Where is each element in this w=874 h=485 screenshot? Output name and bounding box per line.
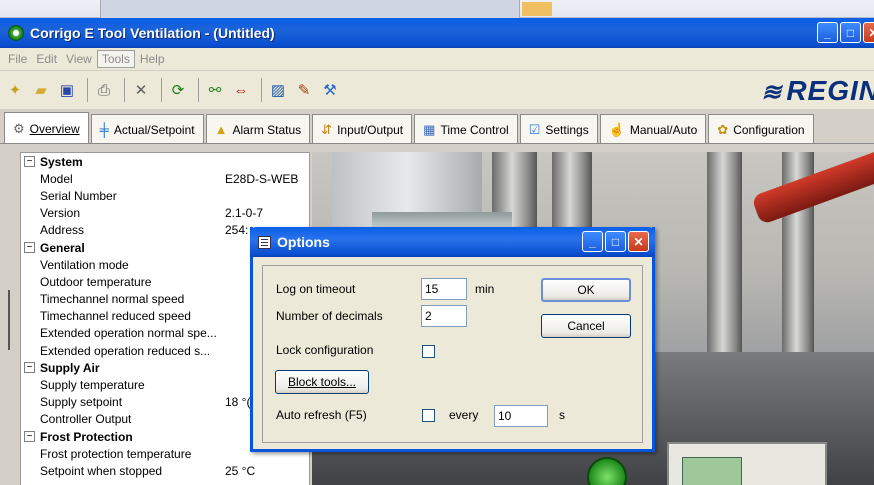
background-tab-highlight bbox=[522, 2, 552, 16]
number-of-decimals-label: Number of decimals bbox=[276, 309, 383, 323]
dialog-minimize-button[interactable]: _ bbox=[582, 231, 603, 252]
menu-edit[interactable]: Edit bbox=[32, 51, 61, 67]
dialog-body: Log on timeout min Number of decimals OK… bbox=[262, 265, 643, 443]
tab-alarm-status[interactable]: ▲ Alarm Status bbox=[205, 114, 311, 144]
cancel-button[interactable]: Cancel bbox=[541, 314, 631, 338]
tree-row[interactable]: Serial Number bbox=[21, 187, 309, 204]
app-icon bbox=[8, 25, 24, 41]
new-icon[interactable]: ✦ bbox=[4, 79, 26, 101]
menu-help[interactable]: Help bbox=[136, 51, 169, 67]
block-tools-button[interactable]: Block tools... bbox=[275, 370, 369, 394]
lock-configuration-label: Lock configuration bbox=[276, 343, 374, 357]
open-folder-icon[interactable]: ▰ bbox=[30, 79, 52, 101]
panel-edge bbox=[8, 290, 10, 350]
refresh-interval-unit: s bbox=[559, 408, 565, 422]
tab-settings[interactable]: ☑ Settings bbox=[519, 114, 598, 144]
tree-row[interactable]: Version 2.1-0-7 bbox=[21, 205, 309, 222]
print-icon[interactable]: ⎙ bbox=[93, 79, 115, 101]
lock-configuration-checkbox[interactable] bbox=[422, 345, 435, 358]
options-icon bbox=[258, 235, 271, 249]
gear-icon: ⚙ bbox=[13, 120, 25, 136]
ok-button[interactable]: OK bbox=[541, 278, 631, 302]
number-of-decimals-input[interactable] bbox=[421, 305, 467, 327]
delete-icon[interactable]: ✕ bbox=[130, 79, 152, 101]
close-button[interactable]: ✕ bbox=[863, 22, 874, 43]
save-icon[interactable]: ▣ bbox=[56, 79, 78, 101]
log-on-timeout-label: Log on timeout bbox=[276, 282, 356, 296]
dialog-maximize-button[interactable]: □ bbox=[605, 231, 626, 252]
tab-divider bbox=[0, 143, 874, 144]
auto-refresh-label: Auto refresh (F5) bbox=[276, 408, 367, 422]
refresh-interval-input[interactable] bbox=[494, 405, 548, 427]
log-on-timeout-input[interactable] bbox=[421, 278, 467, 300]
dialog-title: Options bbox=[277, 234, 330, 250]
configuration-icon: ✿ bbox=[717, 121, 729, 137]
window-title: Corrigo E Tool Ventilation - (Untitled) bbox=[30, 25, 275, 41]
io-icon: ⇵ bbox=[321, 121, 333, 137]
collapse-icon[interactable]: − bbox=[24, 362, 35, 374]
setpoint-icon: ╪ bbox=[99, 122, 109, 137]
background-tab bbox=[100, 0, 520, 18]
background-window-strip bbox=[0, 0, 874, 18]
chart-icon[interactable]: ▨ bbox=[267, 79, 289, 101]
menu-view[interactable]: View bbox=[62, 51, 96, 67]
toolbar-separator bbox=[161, 78, 162, 102]
options-dialog: Options _ □ ✕ Log on timeout min Number … bbox=[250, 227, 655, 452]
tab-input-output[interactable]: ⇵ Input/Output bbox=[312, 114, 413, 144]
toolbar-separator bbox=[261, 78, 262, 102]
settings-icon: ☑ bbox=[528, 121, 541, 137]
tools-icon[interactable]: ⚒ bbox=[319, 79, 341, 101]
every-label: every bbox=[449, 408, 479, 422]
tab-manual-auto[interactable]: ☝ Manual/Auto bbox=[599, 114, 707, 144]
auto-refresh-checkbox[interactable] bbox=[422, 409, 435, 422]
minimize-button[interactable]: _ bbox=[817, 22, 838, 43]
dialog-close-button[interactable]: ✕ bbox=[628, 231, 649, 252]
tree-group-system[interactable]: − System bbox=[21, 153, 309, 170]
calendar-icon: ▦ bbox=[423, 121, 436, 137]
menu-tools[interactable]: Tools bbox=[96, 50, 135, 68]
toolbar-separator bbox=[198, 78, 199, 102]
refresh-icon[interactable]: ⟳ bbox=[167, 79, 189, 101]
tab-actual-setpoint[interactable]: ╪ Actual/Setpoint bbox=[90, 114, 204, 144]
edit-icon[interactable]: ✎ bbox=[293, 79, 315, 101]
menu-bar: File Edit View Tools Help bbox=[0, 48, 874, 70]
toolbar-separator bbox=[124, 78, 125, 102]
connect-icon[interactable]: ⚯ bbox=[204, 79, 226, 101]
alarm-icon: ▲ bbox=[214, 122, 228, 137]
maximize-button[interactable]: □ bbox=[840, 22, 861, 43]
tab-time-control[interactable]: ▦ Time Control bbox=[414, 114, 518, 144]
tree-row[interactable]: Setpoint when stopped 25 °C bbox=[21, 462, 309, 479]
tab-strip: ⚙ Overview ╪ Actual/Setpoint ▲ Alarm Status… bbox=[4, 110, 874, 144]
menu-file[interactable]: File bbox=[4, 51, 31, 67]
manual-icon: ☝ bbox=[608, 121, 625, 137]
tree-row[interactable]: Model E28D-S-WEB bbox=[21, 170, 309, 187]
regin-logo: ≋ REGIN bbox=[761, 75, 874, 106]
tab-overview[interactable]: ⚙ Overview bbox=[4, 112, 89, 144]
toolbar: ✦ ▰ ▣ ⎙ ✕ ⟳ ⚯ ⇔ ▨ ✎ ⚒ ≋ REGIN bbox=[0, 71, 874, 109]
transfer-icon[interactable]: ⇔ bbox=[230, 79, 252, 101]
toolbar-separator bbox=[87, 78, 88, 102]
tab-configuration[interactable]: ✿ Configuration bbox=[708, 114, 814, 144]
dialog-title-bar: Options _ □ ✕ bbox=[250, 227, 655, 257]
collapse-icon[interactable]: − bbox=[24, 431, 35, 443]
collapse-icon[interactable]: − bbox=[24, 156, 35, 168]
collapse-icon[interactable]: − bbox=[24, 242, 35, 254]
log-on-timeout-unit: min bbox=[475, 282, 495, 296]
title-bar: Corrigo E Tool Ventilation - (Untitled) … bbox=[0, 18, 874, 48]
